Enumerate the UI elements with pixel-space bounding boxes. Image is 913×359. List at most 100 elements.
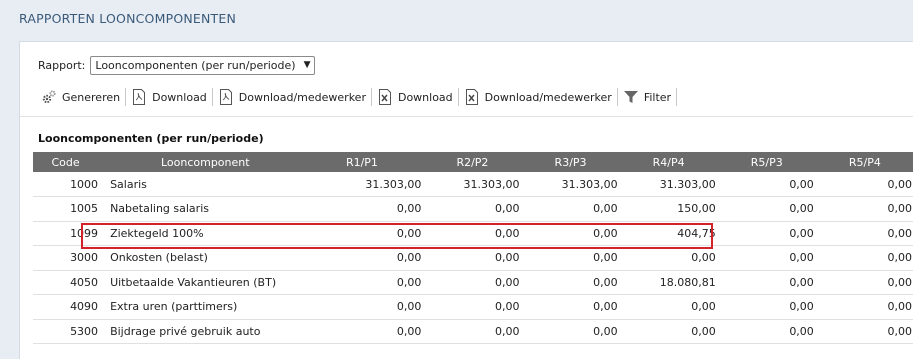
download-excel-label: Download	[397, 90, 453, 104]
gears-icon	[41, 89, 57, 105]
download-excel-button[interactable]: Download	[372, 88, 458, 106]
cell-value: 0,00	[789, 202, 814, 216]
cell-code: 1000	[70, 177, 99, 191]
column-header-r1p1[interactable]: R1/P1	[300, 152, 423, 172]
cell-value: 31.303,00	[659, 177, 716, 191]
column-header-looncomponent[interactable]: Looncomponent	[98, 152, 300, 172]
cell-value: 0,00	[396, 275, 422, 289]
cell-code: 1099	[70, 226, 99, 240]
cell-value: 0,00	[691, 300, 716, 314]
cell-value: 0,00	[494, 300, 520, 314]
cell-looncomponent: Bijdrage privé gebruik auto	[110, 324, 261, 338]
cell-value: 150,00	[677, 202, 716, 216]
rapport-selector-row: Rapport: Looncomponenten (per run/period…	[38, 55, 316, 75]
cell-value: 0,00	[593, 226, 618, 240]
filter-icon	[623, 89, 639, 105]
cell-value: 0,00	[494, 251, 520, 265]
rapport-select[interactable]: Looncomponenten (per run/periode) ▼	[90, 55, 316, 75]
cell-code: 5300	[70, 324, 99, 338]
cell-value: 31.303,00	[463, 177, 520, 191]
cell-looncomponent: Salaris	[110, 177, 147, 191]
cell-value: 0,00	[887, 202, 913, 216]
cell-value: 0,00	[887, 177, 913, 191]
divider	[20, 116, 913, 117]
genereren-button[interactable]: Genereren	[36, 88, 125, 106]
looncomponenten-table: Code Looncomponent R1/P1 R2/P2 R3/P3 R4/…	[33, 152, 913, 344]
table-row[interactable]: 1099 Ziektegeld 100% 0,00 0,00 0,00 404,75 0,0…	[33, 221, 913, 246]
cell-value: 0,00	[593, 300, 618, 314]
table-row[interactable]: 3000 Onkosten (belast) 0,00 0,00 0,00 0,00 0,0…	[33, 246, 913, 270]
pdf-icon	[131, 89, 147, 105]
download-pdf-medewerker-label: Download/medewerker	[238, 90, 366, 104]
cell-value: 31.303,00	[561, 177, 618, 191]
cell-value: 0,00	[887, 251, 913, 265]
column-header-r5p4[interactable]: R5/P4	[816, 152, 913, 172]
filter-button[interactable]: Filter	[618, 88, 676, 106]
genereren-label: Genereren	[62, 90, 121, 104]
cell-value: 0,00	[789, 275, 814, 289]
cell-value: 0,00	[494, 202, 520, 216]
cell-value: 0,00	[887, 324, 913, 338]
cell-value: 0,00	[396, 226, 422, 240]
pdf-icon	[218, 89, 234, 105]
page-title: RAPPORTEN LOONCOMPONENTEN	[19, 11, 237, 26]
cell-value: 0,00	[887, 275, 913, 289]
cell-value: 0,00	[396, 202, 422, 216]
cell-value: 0,00	[691, 251, 716, 265]
column-header-r5p3[interactable]: R5/P3	[718, 152, 816, 172]
cell-code: 4090	[70, 300, 99, 314]
cell-value: 0,00	[789, 251, 814, 265]
table-row[interactable]: 4090 Extra uren (parttimers) 0,00 0,00 0,00 0…	[33, 295, 913, 319]
column-header-code[interactable]: Code	[33, 152, 98, 172]
table-row[interactable]: 5300 Bijdrage privé gebruik auto 0,00 0,00 0…	[33, 319, 913, 344]
download-pdf-label: Download	[152, 90, 207, 104]
download-excel-medewerker-button[interactable]: Download/medewerker	[459, 88, 617, 106]
chevron-down-icon: ▼	[303, 60, 311, 70]
cell-looncomponent: Onkosten (belast)	[110, 251, 208, 265]
cell-value: 0,00	[593, 275, 618, 289]
cell-value: 404,75	[677, 226, 716, 240]
download-excel-medewerker-label: Download/medewerker	[484, 90, 612, 104]
section-title: Looncomponenten (per run/periode)	[38, 132, 264, 145]
filter-label: Filter	[643, 90, 672, 104]
cell-value: 0,00	[887, 300, 913, 314]
cell-value: 0,00	[396, 324, 422, 338]
cell-value: 31.303,00	[365, 177, 422, 191]
cell-value: 0,00	[396, 300, 422, 314]
table-header-row: Code Looncomponent R1/P1 R2/P2 R3/P3 R4/…	[33, 152, 913, 172]
cell-code: 4050	[70, 275, 99, 289]
rapport-label: Rapport:	[38, 58, 86, 72]
report-panel: Rapport: Looncomponenten (per run/period…	[19, 41, 913, 359]
cell-value: 0,00	[789, 226, 814, 240]
cell-code: 1005	[70, 202, 99, 216]
cell-value: 0,00	[789, 177, 814, 191]
download-pdf-medewerker-button[interactable]: Download/medewerker	[213, 88, 371, 106]
toolbar: Genereren Download Download/medewerker D…	[36, 87, 678, 107]
column-header-r4p4[interactable]: R4/P4	[620, 152, 718, 172]
excel-icon	[464, 89, 480, 105]
cell-looncomponent: Ziektegeld 100%	[110, 226, 204, 240]
excel-icon	[377, 89, 393, 105]
cell-value: 0,00	[396, 251, 422, 265]
toolbar-divider	[676, 88, 678, 106]
cell-value: 0,00	[494, 324, 520, 338]
cell-value: 0,00	[593, 324, 618, 338]
cell-looncomponent: Nabetaling salaris	[110, 202, 209, 216]
cell-looncomponent: Extra uren (parttimers)	[110, 300, 238, 314]
column-header-r3p3[interactable]: R3/P3	[521, 152, 619, 172]
cell-value: 0,00	[887, 226, 913, 240]
cell-value: 0,00	[593, 202, 618, 216]
table-row[interactable]: 1000 Salaris 31.303,00 31.303,00 31.303,00 31…	[33, 172, 913, 197]
cell-value: 0,00	[494, 226, 520, 240]
cell-value: 0,00	[494, 275, 520, 289]
table-row[interactable]: 1005 Nabetaling salaris 0,00 0,00 0,00 150,00…	[33, 197, 913, 221]
cell-code: 3000	[70, 251, 99, 265]
cell-value: 0,00	[593, 251, 618, 265]
download-pdf-button[interactable]: Download	[126, 88, 212, 106]
cell-value: 18.080,81	[659, 275, 716, 289]
cell-value: 0,00	[691, 324, 716, 338]
column-header-r2p2[interactable]: R2/P2	[423, 152, 521, 172]
rapport-select-value: Looncomponenten (per run/periode)	[95, 58, 296, 72]
cell-looncomponent: Uitbetaalde Vakantieuren (BT)	[110, 275, 277, 289]
table-row[interactable]: 4050 Uitbetaalde Vakantieuren (BT) 0,00 0,0…	[33, 270, 913, 295]
